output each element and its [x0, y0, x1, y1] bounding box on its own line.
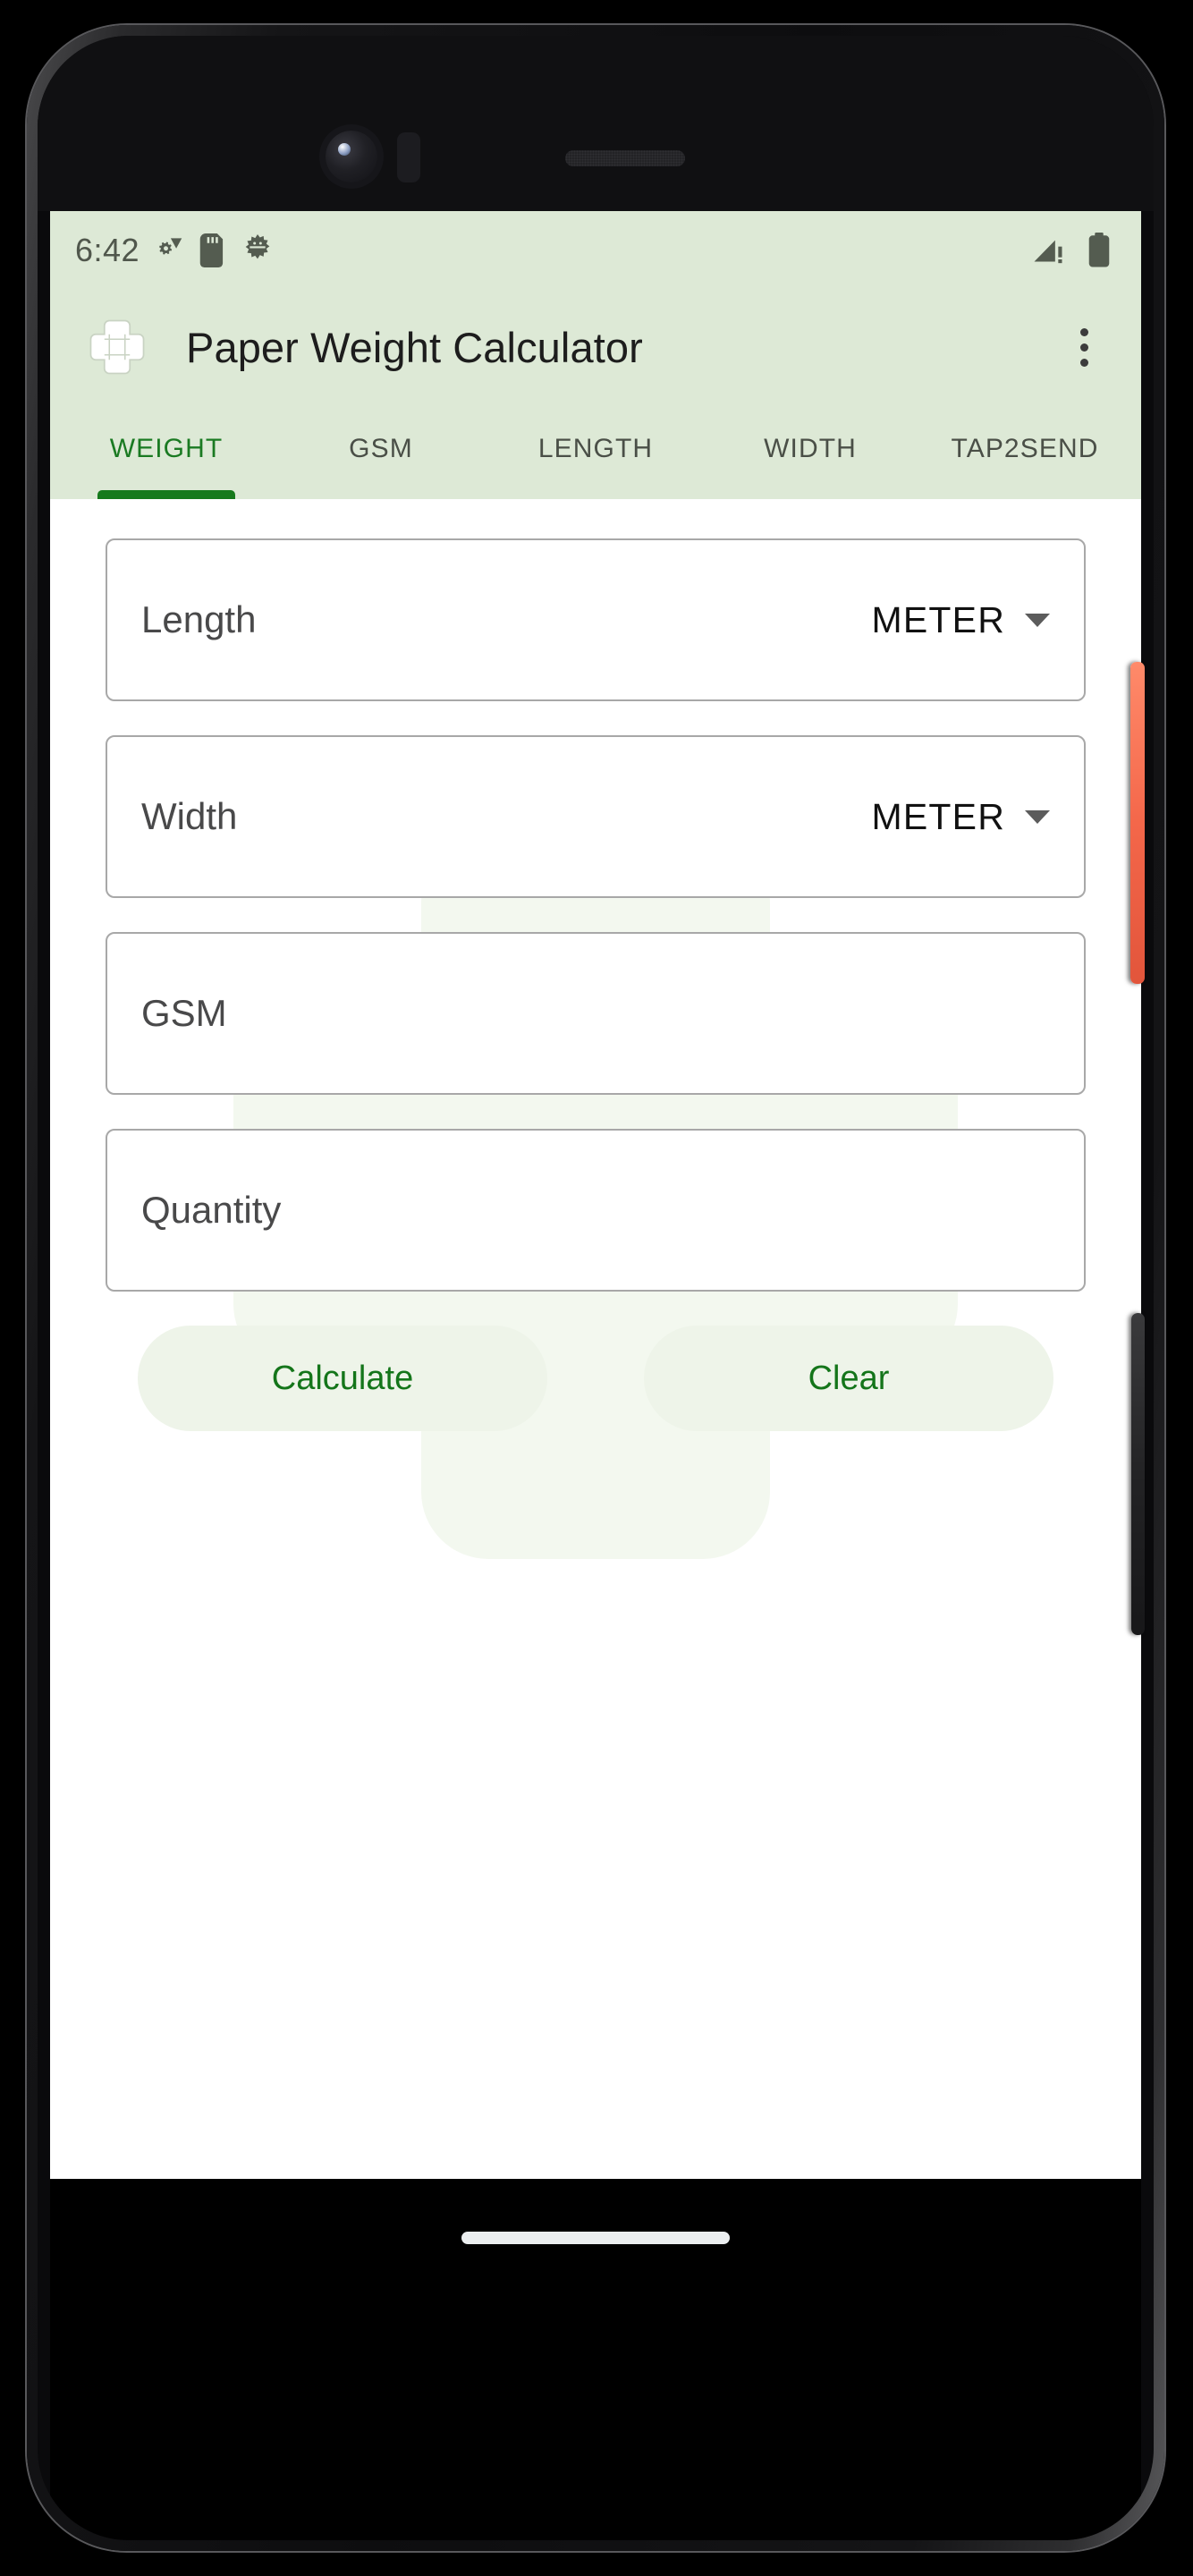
status-bar-left: 6:42	[75, 232, 275, 269]
width-unit-value: METER	[871, 795, 1005, 837]
phone-device-inner: 6:42 Paper Weight Calculator WEIGHT GSM …	[38, 36, 1154, 2540]
status-bar-right	[1032, 233, 1111, 268]
status-bar: 6:42	[50, 211, 1141, 290]
overflow-dot	[1079, 327, 1088, 336]
earpiece-speaker-icon	[565, 150, 685, 166]
phone-bottom-bezel	[50, 2297, 1141, 2540]
width-field[interactable]: Width METER	[106, 735, 1086, 898]
quantity-field[interactable]: Quantity	[106, 1129, 1086, 1292]
app-bar: Paper Weight Calculator	[50, 290, 1141, 404]
power-button[interactable]	[1130, 662, 1145, 984]
calculate-button[interactable]: Calculate	[138, 1326, 547, 1431]
tab-weight[interactable]: WEIGHT	[59, 404, 274, 499]
action-buttons: Calculate Clear	[106, 1326, 1086, 1431]
cellular-signal-no-sim-icon	[1034, 240, 1062, 264]
overflow-dot	[1079, 358, 1088, 367]
tab-label: TAP2SEND	[951, 434, 1099, 463]
input-fields-group: Length METER Width METER GSM Quantity	[106, 538, 1086, 1292]
tab-tap2send[interactable]: TAP2SEND	[918, 404, 1132, 499]
tab-label: LENGTH	[537, 434, 654, 463]
volume-rocker[interactable]	[1131, 1313, 1145, 1635]
quantity-input[interactable]: Quantity	[141, 1189, 1050, 1232]
tab-bar: WEIGHT GSM LENGTH WIDTH TAP2SEND	[50, 404, 1141, 499]
tab-label: WEIGHT	[109, 434, 224, 463]
more-vertical-icon[interactable]	[1055, 318, 1113, 376]
tab-length[interactable]: LENGTH	[488, 404, 703, 499]
chevron-down-icon	[1025, 613, 1050, 627]
system-navigation-bar	[50, 2179, 1141, 2297]
gsm-field[interactable]: GSM	[106, 932, 1086, 1095]
settings-sync-icon	[159, 238, 182, 255]
sd-card-icon	[199, 233, 224, 267]
android-debug-icon	[245, 234, 270, 259]
phone-device: 6:42 Paper Weight Calculator WEIGHT GSM …	[27, 25, 1164, 2551]
phone-top-hardware	[38, 36, 1154, 211]
chevron-down-icon	[1025, 809, 1050, 824]
home-gesture-pill[interactable]	[461, 2232, 730, 2244]
width-input[interactable]: Width	[141, 795, 872, 838]
gsm-input[interactable]: GSM	[141, 992, 1050, 1035]
paper-cross-logo-icon[interactable]	[86, 316, 148, 378]
proximity-sensor-icon	[397, 132, 420, 182]
tab-label: WIDTH	[764, 434, 857, 463]
tab-label: GSM	[349, 434, 413, 463]
screenshot-scene: 6:42 Paper Weight Calculator WEIGHT GSM …	[0, 0, 1193, 2576]
status-bar-clock: 6:42	[75, 232, 140, 268]
weight-tab-content: Length METER Width METER GSM Quantity Ca…	[50, 499, 1141, 2179]
front-camera-icon	[326, 131, 377, 182]
length-field[interactable]: Length METER	[106, 538, 1086, 701]
phone-screen: 6:42 Paper Weight Calculator WEIGHT GSM …	[50, 211, 1141, 2179]
length-unit-value: METER	[871, 598, 1005, 640]
length-input[interactable]: Length	[141, 598, 872, 641]
clear-button[interactable]: Clear	[644, 1326, 1053, 1431]
page-title: Paper Weight Calculator	[186, 323, 643, 371]
tab-width[interactable]: WIDTH	[703, 404, 918, 499]
tab-gsm[interactable]: GSM	[274, 404, 488, 499]
overflow-dot	[1079, 343, 1088, 352]
battery-full-icon	[1088, 233, 1110, 267]
width-unit-dropdown[interactable]: METER	[871, 795, 1050, 838]
length-unit-dropdown[interactable]: METER	[871, 598, 1050, 641]
